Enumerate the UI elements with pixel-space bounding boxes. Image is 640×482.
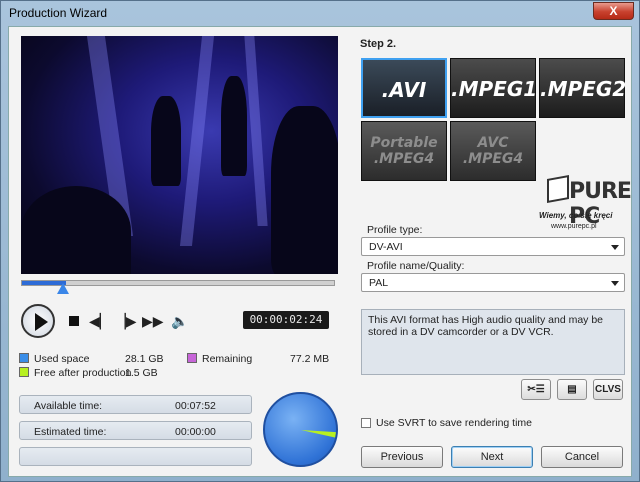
profile-type-value: DV-AVI	[369, 241, 403, 253]
next-button[interactable]: Next	[451, 446, 533, 468]
disk-usage-slice	[301, 427, 338, 438]
cancel-button[interactable]: Cancel	[541, 446, 623, 468]
free-space-label: Free after production	[34, 367, 132, 379]
used-space-value: 28.1 GB	[125, 353, 164, 365]
watermark-url: www.purepc.pl	[551, 223, 597, 230]
wizard-client-area: ◀▏ ▕▶ ▶▶ 🔈 00:00:02:24 Used space 28.1 G…	[8, 26, 632, 477]
remaining-swatch	[187, 353, 197, 363]
format-label: Portable	[370, 135, 438, 151]
video-preview	[21, 36, 338, 274]
remaining-value: 77.2 MB	[290, 353, 330, 365]
volume-icon[interactable]: 🔈	[170, 312, 190, 330]
title-bar: Production Wizard X	[1, 1, 639, 25]
seek-thumb[interactable]	[57, 283, 69, 294]
profile-type-label: Profile type:	[367, 224, 423, 236]
svrt-label: Use SVRT to save rendering time	[376, 417, 533, 429]
format-label: .MPEG4	[373, 151, 435, 167]
stage-figure	[221, 76, 247, 176]
profile-details-button[interactable]: ▤	[557, 379, 587, 400]
close-button[interactable]: X	[593, 2, 634, 20]
previous-frame-icon[interactable]: ◀▏	[89, 312, 111, 330]
stage-light	[244, 36, 268, 226]
watermark-text: PURE PC	[569, 179, 632, 229]
chevron-down-icon	[611, 245, 619, 250]
clvs-button[interactable]: CLVS	[593, 379, 623, 400]
stage-figure	[271, 106, 338, 274]
format-label: .AVI	[381, 78, 427, 102]
format-label: .MPEG4	[462, 151, 524, 167]
format-avi-button[interactable]: .AVI	[361, 58, 447, 118]
step-label: Step 2.	[360, 38, 397, 50]
production-progress-field	[19, 447, 252, 466]
estimated-time-field: Estimated time: 00:00:00	[19, 421, 252, 440]
profile-quality-label: Profile name/Quality:	[367, 260, 465, 272]
fast-forward-icon[interactable]: ▶▶	[142, 312, 164, 330]
profile-type-select[interactable]: DV-AVI	[361, 237, 625, 256]
available-time-value: 00:07:52	[175, 400, 216, 412]
purepc-logo-icon	[547, 175, 569, 203]
profile-description: This AVI format has High audio quality a…	[361, 309, 625, 375]
next-frame-icon[interactable]: ▕▶	[115, 312, 137, 330]
stop-icon[interactable]	[64, 312, 84, 330]
play-button[interactable]	[21, 304, 55, 338]
free-space-row: Free after production 1.5 GB	[19, 367, 179, 379]
format-mpeg2-button[interactable]: .MPEG2	[539, 58, 627, 118]
edit-profile-button[interactable]: ✂☰	[521, 379, 551, 400]
production-wizard-window: Production Wizard X ◀▏ ▕▶ ▶▶ 🔈 00:00:02:…	[0, 0, 640, 482]
audience-silhouette	[21, 186, 131, 274]
profile-quality-value: PAL	[369, 277, 389, 289]
remaining-row: Remaining 77.2 MB	[187, 353, 337, 365]
previous-button[interactable]: Previous	[361, 446, 443, 468]
free-space-value: 1.5 GB	[125, 367, 158, 379]
used-space-row: Used space 28.1 GB	[19, 353, 169, 365]
format-mpeg1-button[interactable]: .MPEG1	[450, 58, 538, 118]
used-space-label: Used space	[34, 353, 90, 365]
stage-light	[179, 36, 215, 246]
watermark-slogan: Wiemy, co się kręci	[539, 211, 613, 220]
timecode-display: 00:00:02:24	[243, 311, 329, 329]
estimated-time-label: Estimated time:	[34, 426, 107, 438]
format-portable-mpeg4-button[interactable]: Portable .MPEG4	[361, 121, 447, 181]
profile-quality-select[interactable]: PAL	[361, 273, 625, 292]
format-label: .MPEG1	[451, 77, 538, 101]
disk-usage-pie	[263, 392, 338, 467]
available-time-label: Available time:	[34, 400, 103, 412]
estimated-time-value: 00:00:00	[175, 426, 216, 438]
stage-figure	[151, 96, 181, 186]
window-title: Production Wizard	[9, 6, 108, 20]
chevron-down-icon	[611, 281, 619, 286]
svrt-checkbox[interactable]	[361, 418, 371, 428]
format-label: AVC	[477, 135, 509, 151]
available-time-field: Available time: 00:07:52	[19, 395, 252, 414]
format-avc-mpeg4-button[interactable]: AVC .MPEG4	[450, 121, 536, 181]
remaining-label: Remaining	[202, 353, 253, 365]
used-space-swatch	[19, 353, 29, 363]
free-space-swatch	[19, 367, 29, 377]
format-label: .MPEG2	[540, 77, 627, 101]
